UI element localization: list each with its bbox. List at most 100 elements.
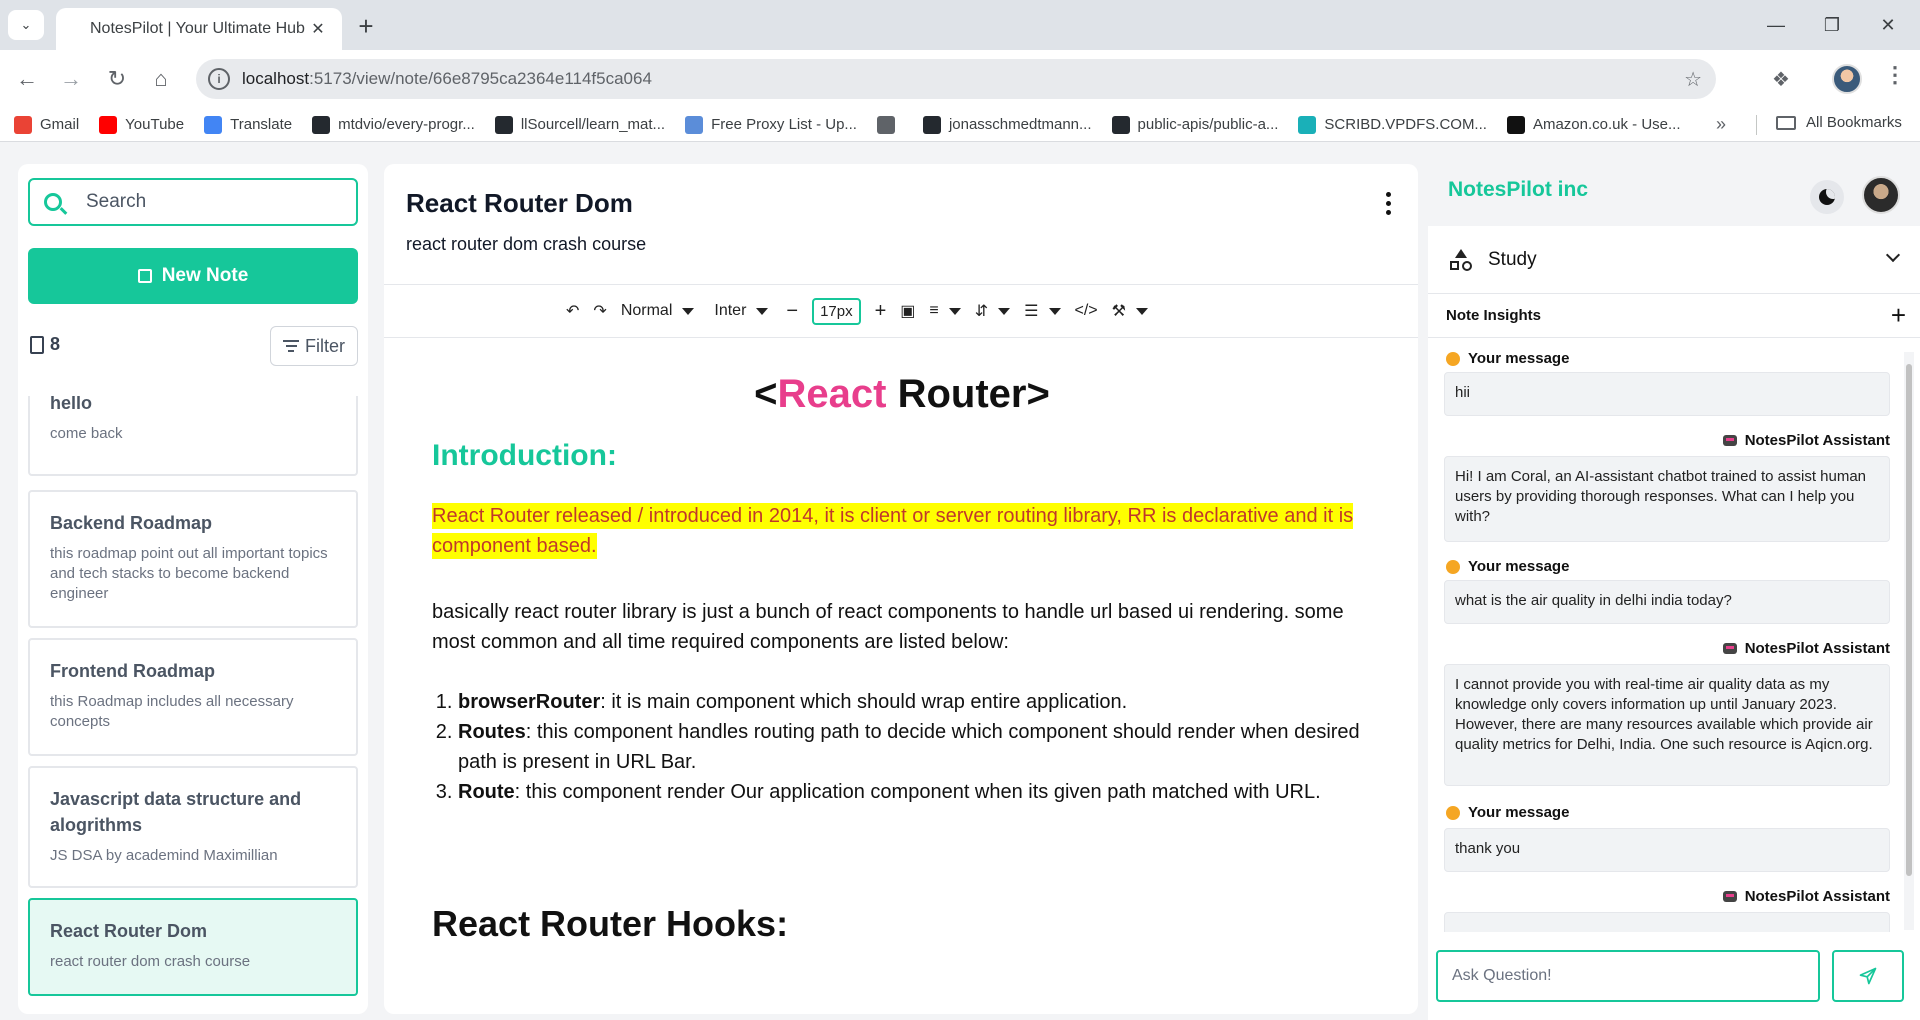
note-title-heading[interactable]: React Router Dom: [406, 188, 633, 219]
align-icon[interactable]: ≡: [929, 302, 961, 320]
note-card[interactable]: Backend Roadmap this roadmap point out a…: [28, 490, 358, 628]
browser-menu-icon[interactable]: ⋮: [1884, 64, 1906, 86]
note-card-active[interactable]: React Router Dom react router dom crash …: [28, 898, 358, 996]
note-title: Javascript data structure and alogrithms: [50, 789, 302, 835]
scribd-icon: [1298, 115, 1317, 134]
new-note-label: New Note: [161, 265, 249, 286]
all-bookmarks-label: All Bookmarks: [1806, 114, 1902, 131]
new-tab-button[interactable]: +: [352, 12, 380, 40]
tab-title: NotesPilot | Your Ultimate Hub: [90, 20, 305, 37]
line-spacing-icon[interactable]: ⇵: [975, 301, 1011, 321]
forward-icon[interactable]: →: [56, 64, 86, 94]
search-input[interactable]: [86, 191, 326, 213]
bookmarks-bar: Gmail YouTube Translate mtdvio/every-progr.…: [0, 108, 1920, 142]
paint-format-icon[interactable]: ⚒: [1112, 301, 1148, 321]
smile-icon: [1446, 805, 1460, 820]
url-host: localhost: [242, 69, 310, 88]
search-box[interactable]: [28, 178, 358, 226]
browser-tab[interactable]: NotesPilot | Your Ultimate Hub ✕: [56, 8, 342, 50]
redo-icon[interactable]: ↷: [593, 301, 606, 321]
chat-bubble-assistant: [1444, 912, 1890, 932]
brand-name: NotesPilot inc: [1448, 178, 1589, 201]
bookmark-item[interactable]: SCRIBD.VPDFS.COM...: [1298, 115, 1487, 134]
smile-icon: [1446, 351, 1460, 366]
translate-icon: [204, 115, 223, 134]
github-icon: [922, 115, 941, 134]
bookmark-label: llSourcell/learn_mat...: [520, 116, 666, 133]
tab-search-button[interactable]: ⌄: [8, 10, 44, 40]
list-text: : this component handles routing path to…: [458, 721, 1360, 773]
ask-question-box[interactable]: [1436, 950, 1820, 1002]
all-bookmarks-button[interactable]: All Bookmarks: [1776, 114, 1902, 131]
bookmark-item[interactable]: YouTube: [99, 115, 184, 134]
new-note-button[interactable]: New Note: [28, 248, 358, 304]
block-type-select[interactable]: Normal: [621, 302, 695, 320]
heading-rest: Router>: [886, 372, 1050, 416]
font-size-input[interactable]: 17px: [812, 297, 861, 325]
bookmark-item[interactable]: Translate: [204, 115, 292, 134]
tab-close-icon[interactable]: ✕: [308, 19, 328, 39]
back-icon[interactable]: ←: [12, 64, 42, 94]
reload-icon[interactable]: ↻: [102, 64, 132, 94]
body-paragraph: basically react router library is just a…: [432, 601, 1344, 653]
youtube-icon: [99, 115, 118, 134]
window-close-button[interactable]: ✕: [1866, 10, 1910, 40]
list-icon[interactable]: ☰: [1024, 301, 1061, 321]
editor-content[interactable]: <React Router> Introduction: React Route…: [432, 372, 1372, 945]
add-icon[interactable]: +: [1891, 300, 1906, 331]
chat-bubble-user: what is the air quality in delhi india t…: [1444, 580, 1890, 624]
heading-react: React: [777, 372, 887, 416]
profile-avatar[interactable]: [1832, 64, 1862, 94]
code-icon[interactable]: </>: [1075, 302, 1098, 320]
send-button[interactable]: [1832, 950, 1904, 1002]
more-options-icon[interactable]: [1378, 188, 1398, 218]
note-insights-header: Note Insights +: [1428, 294, 1920, 338]
note-card[interactable]: Javascript data structure and alogrithms…: [28, 766, 358, 888]
note-title: Backend Roadmap: [50, 513, 213, 533]
filter-button[interactable]: Filter: [270, 326, 358, 366]
bookmark-item[interactable]: Free Proxy List - Up...: [685, 115, 857, 134]
insert-image-icon[interactable]: ▣: [900, 301, 915, 321]
list-text: : this component render Our application …: [514, 781, 1321, 803]
bookmark-label: mtdvio/every-progr...: [338, 116, 475, 133]
bookmark-item[interactable]: Amazon.co.uk - Use...: [1506, 115, 1681, 134]
bookmark-item[interactable]: [876, 115, 903, 134]
minimize-button[interactable]: —: [1754, 10, 1798, 40]
address-bar[interactable]: i localhost:5173/view/note/66e8795ca2364…: [196, 59, 1716, 99]
font-size-decrease-icon[interactable]: −: [786, 300, 798, 323]
more-bookmarks-icon[interactable]: »: [1716, 114, 1726, 135]
bookmark-item[interactable]: jonasschmedtmann...: [922, 115, 1092, 134]
robot-icon: [1722, 435, 1737, 446]
bookmark-item[interactable]: Gmail: [14, 115, 79, 134]
scrollbar-thumb[interactable]: [1906, 364, 1912, 876]
note-card[interactable]: Frontend Roadmap this Roadmap includes a…: [28, 638, 358, 756]
bookmark-label: SCRIBD.VPDFS.COM...: [1324, 116, 1487, 133]
github-icon: [312, 115, 331, 134]
note-card[interactable]: hello come back: [28, 396, 358, 476]
font-family-select[interactable]: Inter: [714, 302, 769, 320]
bookmark-star-icon[interactable]: ☆: [1684, 67, 1702, 92]
list-text: : it is main component which should wrap…: [600, 691, 1128, 713]
chat-scrollbar[interactable]: [1904, 352, 1914, 930]
github-icon: [494, 115, 513, 134]
font-size-increase-icon[interactable]: +: [875, 300, 887, 323]
extensions-icon[interactable]: ❖: [1768, 66, 1794, 92]
list-term: Route: [458, 781, 515, 803]
user-avatar[interactable]: [1862, 176, 1900, 214]
note-subtitle[interactable]: react router dom crash course: [406, 234, 646, 255]
home-icon[interactable]: ⌂: [146, 64, 176, 94]
bookmark-item[interactable]: mtdvio/every-progr...: [312, 115, 475, 134]
amazon-icon: [1506, 115, 1525, 134]
study-dropdown[interactable]: Study: [1428, 226, 1920, 294]
assistant-message-label: NotesPilot Assistant: [1722, 432, 1890, 449]
font-family-value: Inter: [714, 302, 747, 319]
heading-open: <: [754, 372, 778, 416]
site-info-icon[interactable]: i: [208, 68, 230, 90]
bookmark-item[interactable]: public-apis/public-a...: [1111, 115, 1278, 134]
ask-question-input[interactable]: [1452, 967, 1792, 985]
theme-toggle-button[interactable]: [1810, 180, 1844, 214]
moon-icon: [1819, 189, 1835, 205]
undo-icon[interactable]: ↶: [566, 301, 579, 321]
bookmark-item[interactable]: llSourcell/learn_mat...: [494, 115, 666, 134]
restore-button[interactable]: ❐: [1810, 10, 1854, 40]
